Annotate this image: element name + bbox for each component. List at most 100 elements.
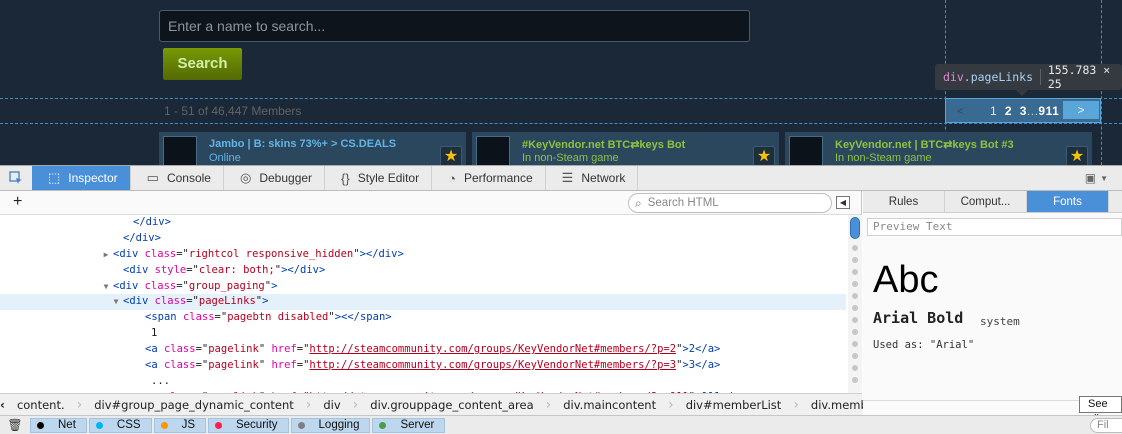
next-page-button[interactable]: > xyxy=(1063,101,1099,119)
filter-css[interactable]: CSS xyxy=(88,417,152,433)
markup-node[interactable]: </div> xyxy=(0,215,846,231)
inspector-icon: ⬚ xyxy=(48,170,61,185)
member-search-input[interactable]: Enter a name to search... xyxy=(159,10,750,42)
page-link-2[interactable]: 2 xyxy=(1005,104,1012,118)
tag-close: >2</a> xyxy=(682,343,721,356)
attribute-name: class xyxy=(163,359,196,372)
tab-computed[interactable]: Comput... xyxy=(945,191,1027,212)
toggle-sidebar-button[interactable]: ◀ xyxy=(836,196,850,209)
filter-js[interactable]: JS xyxy=(153,417,206,433)
breadcrumb-item[interactable]: div.grouppage_content_area xyxy=(358,398,545,412)
breadcrumb-item[interactable]: div.maincontent xyxy=(551,398,668,412)
tag-close: ></div> xyxy=(281,263,326,276)
scroll-marker xyxy=(852,269,858,275)
add-node-button[interactable]: + xyxy=(13,193,22,211)
element-picker-button[interactable] xyxy=(0,166,32,190)
trash-icon[interactable]: 🗑 xyxy=(0,418,30,432)
sidebar-tabs: Rules Comput... Fonts xyxy=(863,191,1122,213)
chevron-down-icon[interactable]: ▼ xyxy=(1100,174,1108,183)
breadcrumb-item[interactable]: div#memberList xyxy=(674,398,794,412)
page-viewport: Enter a name to search... Search 1 - 51 … xyxy=(0,0,1122,165)
tag-open: <a xyxy=(145,343,164,356)
tooltip-separator xyxy=(1040,69,1041,85)
markup-node[interactable]: </div> xyxy=(0,231,846,247)
markup-node[interactable]: 1 xyxy=(0,326,846,342)
filter-server[interactable]: Server xyxy=(372,417,446,433)
search-html-input[interactable]: ⌕ Search HTML xyxy=(628,193,832,213)
tab-rules[interactable]: Rules xyxy=(863,191,945,212)
markup-tree[interactable]: </div> </div> ▶ <div class="rightcol respon… xyxy=(0,215,846,393)
filter-net[interactable]: Net xyxy=(30,417,87,433)
page-link-911[interactable]: 911 xyxy=(1038,104,1059,118)
scroll-marker xyxy=(852,365,858,371)
attribute-name: class xyxy=(163,343,196,356)
font-origin: system xyxy=(980,315,1020,328)
member-card[interactable]: KeyVendor.net | BTC⇄keys Bot #3 In non-S… xyxy=(785,132,1092,165)
breadcrumb-item[interactable]: div xyxy=(311,398,352,412)
collapsed-twisty-icon[interactable]: ▶ xyxy=(101,247,111,263)
scroll-marker xyxy=(852,293,858,299)
tab-performance[interactable]: ◔ Performance xyxy=(432,166,546,190)
member-card[interactable]: #KeyVendor.net BTC⇄keys Bot In non-Steam… xyxy=(472,132,779,165)
expanded-twisty-icon[interactable]: ▼ xyxy=(111,294,121,310)
tab-label: Console xyxy=(166,171,211,185)
filter-output-input[interactable]: Fil xyxy=(1090,418,1122,433)
markup-node[interactable]: <a class="pagelink" href="http://steamco… xyxy=(0,358,846,374)
member-card[interactable]: Jambo | B: skins 73%+ > CS.DEALS Online … xyxy=(159,132,466,165)
dock-layout-icon[interactable]: ▣ xyxy=(1085,171,1096,185)
breadcrumb-item[interactable]: content. xyxy=(5,398,77,412)
style-editor-icon: {} xyxy=(341,170,350,186)
tab-inspector[interactable]: ⬚ Inspector xyxy=(32,166,131,190)
markup-node[interactable]: <span class="pagebtn disabled"><</span> xyxy=(0,310,846,326)
page-link-3[interactable]: 3 xyxy=(1020,104,1027,118)
favorite-button[interactable]: ★ xyxy=(1066,146,1088,165)
attribute-value: rightcol responsive_hidden xyxy=(188,247,354,260)
markup-node[interactable]: <div style="clear: both;"></div> xyxy=(0,263,846,279)
font-name: Arial Bold xyxy=(873,309,964,327)
member-name: Jambo | B: skins 73%+ > CS.DEALS xyxy=(209,138,397,150)
markup-node[interactable]: ▼ <div class="group_paging"> xyxy=(0,279,846,295)
tab-console[interactable]: ▭ Console xyxy=(131,166,224,190)
tab-fonts[interactable]: Fonts xyxy=(1027,191,1109,212)
markup-node[interactable]: ▶ <div class="rightcol responsive_hidden"… xyxy=(0,247,846,263)
filter-label: CSS xyxy=(116,419,141,431)
preview-text-input[interactable]: Preview Text xyxy=(867,218,1122,236)
markup-view: + ⌕ Search HTML ◀ </div> </div> ▶ <div class… xyxy=(0,191,862,393)
filter-label: JS xyxy=(181,419,195,431)
attribute-quote: =" xyxy=(186,295,199,308)
tab-style-editor[interactable]: {} Style Editor xyxy=(325,166,433,190)
breadcrumb-item[interactable]: div#group_page_dynamic_content xyxy=(82,398,306,412)
attribute-name: href xyxy=(271,359,297,372)
favorite-button[interactable]: ★ xyxy=(753,146,775,165)
markup-node[interactable]: <a class="pagelink" href="http://steamco… xyxy=(0,342,846,358)
inspector-tooltip: div .pageLinks 155.783 × 25 xyxy=(935,63,1122,91)
scrollbar-thumb[interactable] xyxy=(850,217,860,239)
filter-security[interactable]: Security xyxy=(207,417,289,433)
tab-network[interactable]: ☰ Network xyxy=(546,166,639,190)
network-icon: ☰ xyxy=(561,170,574,185)
markup-node[interactable]: ▼ <div class="pageLinks"> xyxy=(0,294,846,311)
css-dot xyxy=(95,421,103,429)
attribute-link[interactable]: http://steamcommunity.com/groups/KeyVend… xyxy=(309,359,676,371)
attribute-link[interactable]: http://steamcommunity.com/groups/KeyVend… xyxy=(309,343,676,355)
attribute-quote: =" xyxy=(296,359,310,372)
markup-node[interactable]: ... xyxy=(0,374,846,390)
closing-tag: </div> xyxy=(133,216,171,228)
tag-open: <div xyxy=(123,295,155,308)
attribute-name: class xyxy=(144,247,177,260)
tab-label: Performance xyxy=(463,171,533,185)
debugger-icon: ◎ xyxy=(239,170,252,185)
expanded-twisty-icon[interactable]: ▼ xyxy=(101,279,111,295)
tag-open: <div xyxy=(113,247,145,260)
favorite-button[interactable]: ★ xyxy=(440,146,462,165)
filter-logging[interactable]: Logging xyxy=(290,417,371,433)
font-preview: Abc xyxy=(873,259,939,301)
scroll-marker xyxy=(852,329,858,335)
markup-scrollbar[interactable] xyxy=(848,215,862,393)
font-used-as: Used as: "Arial" xyxy=(873,339,975,351)
tag-close: > xyxy=(271,279,278,292)
tab-debugger[interactable]: ◎ Debugger xyxy=(224,166,326,190)
star-icon: ★ xyxy=(756,148,772,165)
search-button[interactable]: Search xyxy=(163,48,242,80)
see-all-fonts-button[interactable]: See all xyxy=(1079,396,1122,425)
